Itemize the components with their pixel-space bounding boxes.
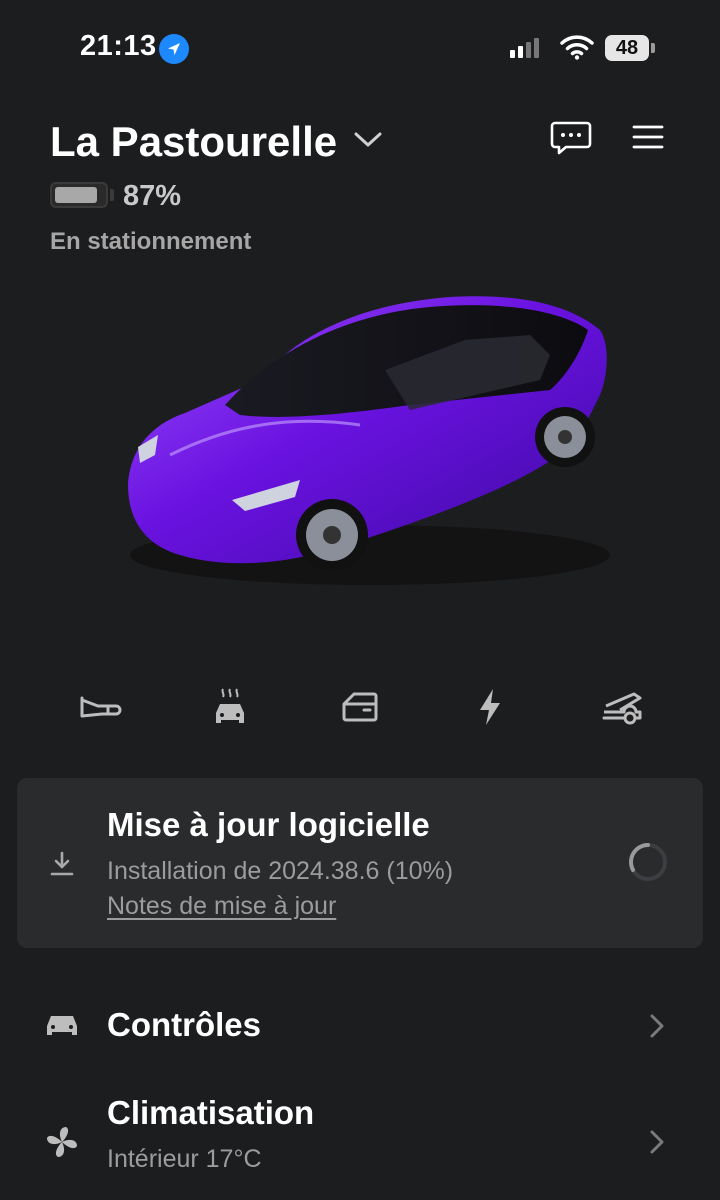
climate-item-label[interactable]: Climatisation xyxy=(107,1094,314,1132)
vehicle-battery-percent: 87% xyxy=(123,180,182,212)
controls-item-label[interactable]: Contrôles xyxy=(107,1006,261,1044)
status-time: 21:13 xyxy=(80,30,157,62)
cellular-signal-icon xyxy=(510,38,539,58)
climate-interior-temp: Intérieur 17°C xyxy=(107,1145,262,1173)
update-title: Mise à jour logicielle xyxy=(107,806,430,843)
chevron-right-icon[interactable] xyxy=(648,1128,666,1161)
phone-battery-indicator: 48 xyxy=(605,35,649,61)
vehicle-name[interactable]: La Pastourelle xyxy=(50,118,337,166)
vehicle-battery-fill xyxy=(55,187,97,203)
wifi-icon xyxy=(560,34,594,65)
charging-bolt-icon[interactable] xyxy=(460,680,520,734)
vehicle-state: En stationnement xyxy=(50,228,252,255)
hamburger-menu-icon[interactable] xyxy=(632,124,664,155)
chevron-right-icon[interactable] xyxy=(648,1012,666,1045)
car-door-icon[interactable] xyxy=(330,680,390,734)
fan-icon xyxy=(44,1124,80,1165)
download-icon xyxy=(48,850,76,883)
update-status: Installation de 2024.38.6 (10%) xyxy=(107,857,454,885)
trunk-open-icon[interactable] xyxy=(592,680,652,734)
message-icon[interactable] xyxy=(550,120,592,161)
vehicle-image xyxy=(110,285,620,600)
vehicle-battery-icon xyxy=(50,182,108,208)
defrost-car-icon[interactable] xyxy=(200,680,260,734)
progress-spinner-icon xyxy=(628,842,668,882)
horn-icon[interactable] xyxy=(70,680,130,734)
chevron-down-icon[interactable] xyxy=(352,128,384,157)
location-arrow-icon xyxy=(159,34,189,64)
release-notes-link[interactable]: Notes de mise à jour xyxy=(107,892,336,921)
vehicle-battery-nub xyxy=(110,189,114,201)
car-icon xyxy=(44,1010,80,1043)
phone-battery-nub xyxy=(651,43,655,53)
